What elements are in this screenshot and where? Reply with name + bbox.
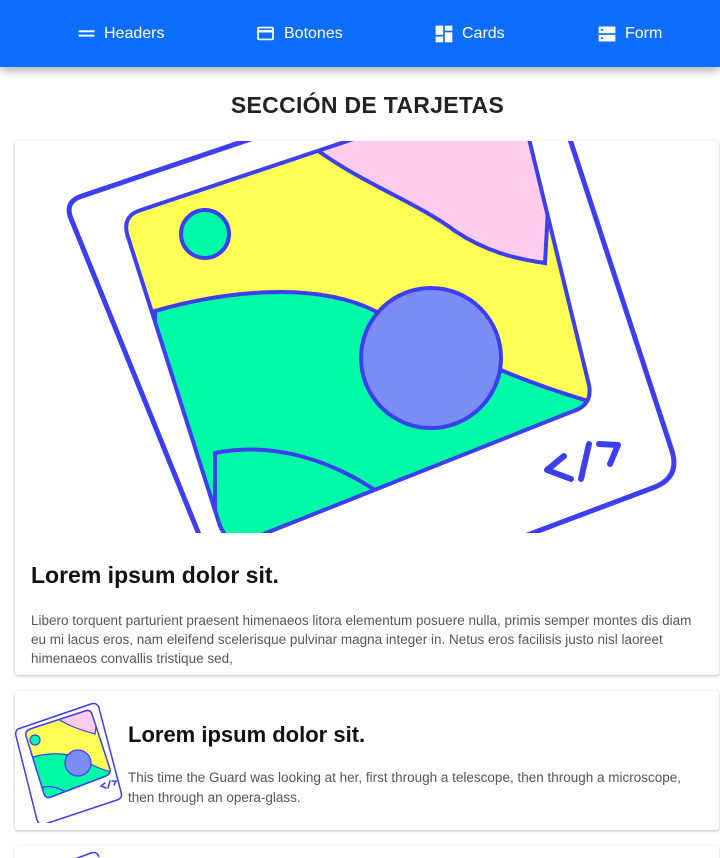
code-photo-illustration-icon <box>15 702 123 826</box>
card-title: Lorem ipsum dolor sit. <box>31 562 279 588</box>
card-text: Libero torquent parturient praesent hime… <box>31 613 692 666</box>
card-image <box>15 141 719 533</box>
nav-item-label: Cards <box>462 24 505 42</box>
storage-icon <box>598 26 616 41</box>
top-navbar: Headers Botones Cards Form <box>0 0 720 67</box>
nav-item-label: Botones <box>284 24 343 42</box>
nav-item-cards[interactable]: Cards <box>434 0 505 67</box>
nav-item-label: Headers <box>104 24 165 42</box>
nav-item-headers[interactable]: Headers <box>77 0 164 67</box>
card-thumbnail <box>15 699 123 826</box>
card-next-partial[interactable] <box>15 846 719 858</box>
menu-lines-icon <box>78 30 95 37</box>
dashboard-icon <box>435 25 453 42</box>
card-large[interactable]: Lorem ipsum dolor sit. Libero torquent p… <box>15 141 719 675</box>
nav-item-label: Form <box>625 24 663 42</box>
card-title: Lorem ipsum dolor sit. <box>128 722 366 747</box>
nav-item-form[interactable]: Form <box>597 0 662 67</box>
card-text: This time the Guard was looking at her, … <box>128 770 682 805</box>
code-photo-illustration-icon <box>66 141 677 533</box>
section-title: SECCIÓN DE TARJETAS <box>230 92 505 118</box>
credit-card-icon <box>257 26 274 41</box>
nav-item-botones[interactable]: Botones <box>255 0 343 67</box>
code-photo-illustration-icon <box>75 851 100 858</box>
card-horizontal[interactable]: Lorem ipsum dolor sit. This time the Gua… <box>15 691 719 830</box>
